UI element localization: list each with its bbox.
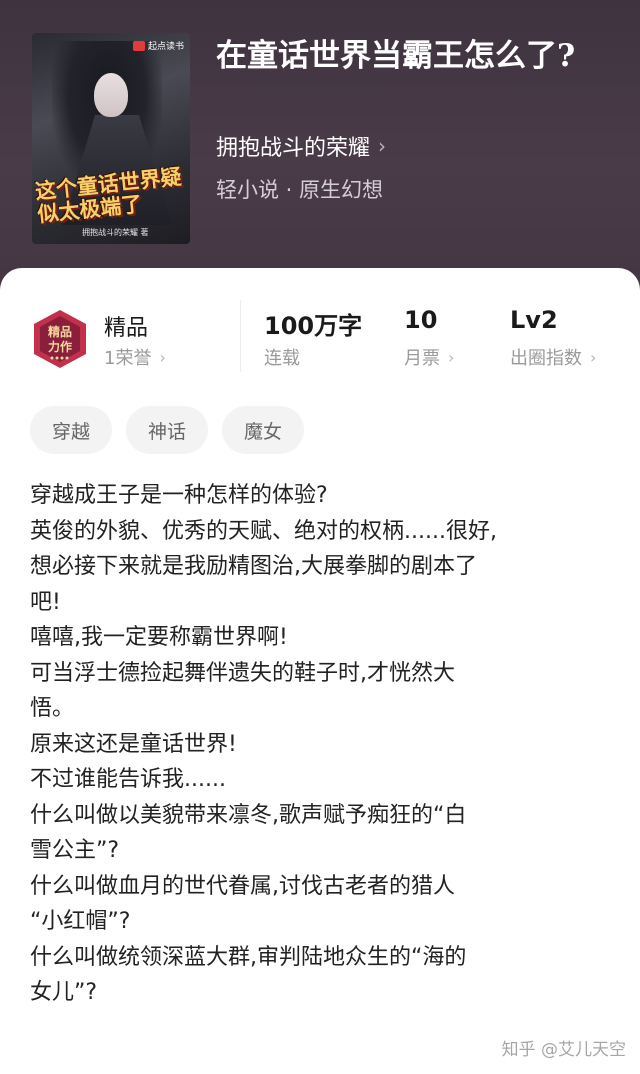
description-line: 什么叫做以美貌带来凛冬,歌声赋予痴狂的“白 [30, 802, 467, 828]
description-line: 英俊的外貌、优秀的天赋、绝对的权柄......很好, [30, 518, 497, 544]
publisher-mark-icon [132, 40, 145, 51]
monthly-tickets-link[interactable]: 月票 › [404, 344, 454, 370]
book-description: 穿越成王子是一种怎样的体验? 英俊的外貌、优秀的天赋、绝对的权柄......很好… [30, 478, 610, 1011]
book-genre: 轻小说 · 原生幻想 [216, 178, 384, 202]
tag-chip[interactable]: 魔女 [222, 406, 305, 454]
description-line: 雪公主”? [30, 838, 120, 863]
description-line: 悟。 [30, 696, 75, 721]
chevron-right-icon: › [590, 347, 597, 367]
description-line: 什么叫做统领深蓝大群,审判陆地众生的“海的 [30, 944, 467, 970]
cover-publisher-text: 起点读书 [147, 42, 184, 52]
quality-value: 精品 [104, 316, 149, 341]
word-count-status: 连载 [264, 344, 300, 370]
description-line: “小红帽”? [30, 909, 131, 934]
stats-divider [240, 300, 241, 372]
book-header: 起点读书 这个童话世界疑似太极端了 拥抱战斗的荣耀 著 在童话世界当霸王怎么了?… [0, 0, 640, 300]
word-count-value: 100万字 [264, 312, 363, 340]
chevron-right-icon: › [448, 347, 455, 367]
description-line: 原来这还是童话世界! [30, 731, 237, 757]
description-line: 不过谁能告诉我...... [30, 767, 226, 792]
level-value: Lv2 [510, 306, 558, 334]
quality-badge-icon: 精品 力作 [34, 310, 86, 368]
cover-art-face [94, 73, 128, 117]
cover-author-text: 拥抱战斗的荣耀 著 [82, 228, 149, 237]
monthly-tickets-value: 10 [404, 306, 438, 334]
description-line: 什么叫做血月的世代眷属,讨伐古老者的猎人 [30, 873, 455, 899]
level-label: 出圈指数 [510, 348, 582, 369]
cover-publisher-logo: 起点读书 [132, 39, 184, 52]
svg-text:精品: 精品 [48, 324, 72, 339]
tag-chip[interactable]: 穿越 [30, 406, 113, 454]
chevron-right-icon: › [159, 347, 166, 367]
description-line: 嘻嘻,我一定要称霸世界啊! [30, 625, 288, 650]
author-link[interactable]: 拥抱战斗的荣耀 › [216, 130, 386, 162]
description-line: 吧! [30, 589, 61, 615]
book-title: 在童话世界当霸王怎么了? [216, 38, 576, 74]
monthly-tickets-label: 月票 [404, 348, 440, 369]
book-info-card: 精品 力作 精品 1荣誉 › 100万字 连载 10 月票 › Lv2 出圈指数… [0, 268, 640, 1074]
watermark: 知乎 @艾儿天空 [501, 1040, 626, 1060]
author-name: 拥抱战斗的荣耀 [216, 136, 371, 161]
book-cover[interactable]: 起点读书 这个童话世界疑似太极端了 拥抱战斗的荣耀 著 [32, 33, 190, 244]
chevron-right-icon: › [378, 134, 387, 158]
level-link[interactable]: 出圈指数 › [510, 344, 596, 370]
tag-chip[interactable]: 神话 [126, 406, 209, 454]
svg-text:力作: 力作 [48, 339, 72, 354]
description-line: 穿越成王子是一种怎样的体验? [30, 483, 328, 508]
description-line: 可当浮士德捡起舞伴遗失的鞋子时,才恍然大 [30, 660, 455, 686]
description-line: 女儿”? [30, 980, 98, 1005]
tag-list: 穿越 神话 魔女 [30, 406, 305, 454]
quality-sub: 1荣誉 [104, 348, 152, 369]
description-line: 想必接下来就是我励精图治,大展拳脚的剧本了 [30, 554, 477, 579]
quality-honor-link[interactable]: 1荣誉 › [104, 344, 166, 370]
serial-status: 连载 [264, 348, 300, 369]
